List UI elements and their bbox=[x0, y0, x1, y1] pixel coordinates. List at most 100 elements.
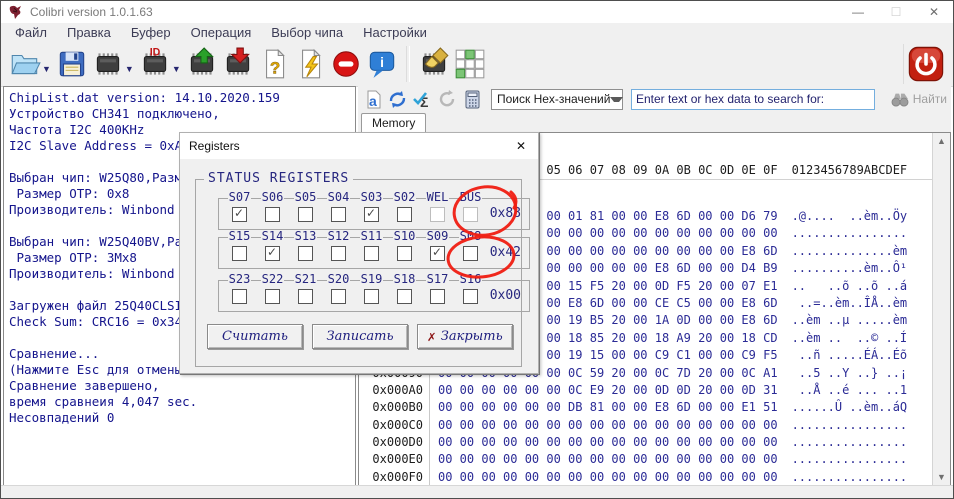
script-icon[interactable] bbox=[293, 47, 327, 81]
hex-ascii[interactable]: ................ bbox=[778, 225, 908, 242]
register-checkbox-s05[interactable] bbox=[298, 207, 313, 222]
tab-memory[interactable]: Memory bbox=[361, 113, 427, 132]
save-file-icon[interactable] bbox=[55, 47, 89, 81]
register-label: S08 bbox=[458, 229, 483, 243]
reload-icon[interactable] bbox=[437, 89, 458, 110]
hex-ascii[interactable]: ......Û ..èm..áQ bbox=[778, 399, 908, 416]
menu-item[interactable]: Выбор чипа bbox=[261, 25, 353, 40]
hex-ascii[interactable]: ..ñ .....ÉÁ..Éõ bbox=[778, 347, 907, 364]
hex-ascii[interactable]: ..Å ..é ... ..1 bbox=[778, 382, 907, 399]
register-checkbox-s21[interactable] bbox=[298, 289, 313, 304]
dialog-close-icon[interactable]: ✕ bbox=[504, 139, 538, 153]
menu-item[interactable]: Операция bbox=[181, 25, 262, 40]
register-label: S20 bbox=[326, 272, 351, 286]
close-dialog-button[interactable]: ✗ Закрыть bbox=[417, 324, 513, 349]
chip-id-dropdown-icon[interactable]: ▼ bbox=[172, 64, 181, 74]
register-checkbox-s04[interactable] bbox=[331, 207, 346, 222]
dialog-title: Registers bbox=[189, 139, 240, 153]
register-row: S23 S22 S21 S20 S19 S18 S17 S16 0x00 bbox=[218, 273, 530, 312]
read-chip-icon[interactable] bbox=[185, 47, 219, 81]
write-registers-button[interactable]: Записать bbox=[312, 324, 408, 349]
verify-file-icon[interactable]: ? bbox=[257, 47, 291, 81]
erase-chip-icon[interactable] bbox=[417, 47, 451, 81]
refresh-icon[interactable] bbox=[387, 89, 408, 110]
hex-ascii[interactable]: ..............èm bbox=[778, 243, 908, 260]
menu-item[interactable]: Правка bbox=[57, 25, 121, 40]
menu-item[interactable]: Настройки bbox=[353, 25, 437, 40]
close-button[interactable]: ✕ bbox=[915, 1, 953, 23]
checksum-icon[interactable]: Σ bbox=[412, 89, 433, 110]
info-icon[interactable]: i bbox=[365, 47, 399, 81]
menu-item[interactable]: Файл bbox=[5, 25, 57, 40]
hex-address: 0x000B0 bbox=[359, 399, 430, 417]
hex-ascii[interactable]: ..........èm..Ô¹ bbox=[778, 260, 908, 277]
register-label: WEL bbox=[425, 190, 450, 204]
hex-bytes[interactable]: 00 00 00 00 00 00 00 00 00 00 00 00 00 0… bbox=[430, 434, 778, 451]
hex-ascii[interactable]: ..5 ..Y ..} ..¡ bbox=[778, 365, 907, 382]
read-registers-button[interactable]: Считать bbox=[207, 324, 303, 349]
register-checkbox-s23[interactable] bbox=[232, 289, 247, 304]
minimize-button[interactable]: — bbox=[839, 1, 877, 23]
register-checkbox-s08[interactable] bbox=[463, 246, 478, 261]
hex-ascii[interactable]: ................ bbox=[778, 451, 908, 468]
open-file-icon[interactable] bbox=[8, 47, 42, 81]
register-label: S15 bbox=[227, 229, 252, 243]
register-label: S12 bbox=[326, 229, 351, 243]
search-mode-select[interactable]: Поиск Hex-значений bbox=[491, 88, 624, 110]
hex-ascii[interactable]: ..=..èm..ÎÅ..èm bbox=[778, 295, 907, 312]
select-chip-icon[interactable] bbox=[91, 47, 125, 81]
register-label: S16 bbox=[458, 272, 483, 286]
find-button[interactable]: Найти bbox=[891, 91, 947, 107]
register-checkbox-s11[interactable] bbox=[364, 246, 379, 261]
hex-ascii[interactable]: ..èm ..µ .....èm bbox=[778, 312, 908, 329]
register-checkbox-s19[interactable] bbox=[364, 289, 379, 304]
register-checkbox-s12[interactable] bbox=[331, 246, 346, 261]
hex-address: 0x000F0 bbox=[359, 468, 430, 485]
register-checkbox-s02[interactable] bbox=[397, 207, 412, 222]
scroll-down-icon[interactable]: ▼ bbox=[933, 469, 950, 485]
maximize-button[interactable]: ☐ bbox=[877, 1, 915, 23]
calculator-icon[interactable] bbox=[462, 89, 483, 110]
register-checkbox-s09[interactable] bbox=[430, 245, 445, 261]
hex-bytes[interactable]: 00 00 00 00 00 00 00 00 00 00 00 00 00 0… bbox=[430, 451, 778, 468]
hex-bytes[interactable]: 00 00 00 00 00 00 00 00 00 00 00 00 00 0… bbox=[430, 417, 778, 434]
register-checkbox-s06[interactable] bbox=[265, 207, 280, 222]
register-checkbox-s20[interactable] bbox=[331, 289, 346, 304]
hex-bytes[interactable]: 00 00 00 00 00 00 DB 81 00 00 E8 6D 00 0… bbox=[430, 399, 778, 416]
open-file-dropdown-icon[interactable]: ▼ bbox=[42, 64, 51, 74]
register-checkbox-s18[interactable] bbox=[397, 289, 412, 304]
log-line: ChipList.dat version: 14.10.2020.159 bbox=[9, 90, 280, 105]
register-checkbox-s03[interactable] bbox=[364, 206, 379, 222]
hex-ascii[interactable]: ................ bbox=[778, 469, 908, 485]
register-label: S23 bbox=[227, 272, 252, 286]
group-title: STATUS REGISTERS bbox=[204, 171, 354, 186]
select-chip-dropdown-icon[interactable]: ▼ bbox=[125, 64, 134, 74]
register-checkbox-s13[interactable] bbox=[298, 246, 313, 261]
register-checkbox-s15[interactable] bbox=[232, 246, 247, 261]
hex-ascii[interactable]: ................ bbox=[778, 417, 908, 434]
log-line: Несовпадений 0 bbox=[9, 410, 115, 425]
register-checkbox-s17[interactable] bbox=[430, 289, 445, 304]
hex-ascii[interactable]: ..èm .. ..© ..Í bbox=[778, 330, 908, 347]
register-checkbox-s14[interactable] bbox=[265, 245, 280, 261]
search-input[interactable] bbox=[631, 88, 875, 110]
register-checkbox-s07[interactable] bbox=[232, 206, 247, 222]
chip-blocks-icon[interactable] bbox=[453, 47, 487, 81]
chip-id-icon[interactable]: ID bbox=[138, 47, 172, 81]
register-checkbox-s10[interactable] bbox=[397, 246, 412, 261]
write-chip-icon[interactable] bbox=[221, 47, 255, 81]
register-checkbox-s16[interactable] bbox=[463, 289, 478, 304]
power-icon[interactable] bbox=[907, 45, 945, 83]
vertical-scrollbar[interactable]: ▲ ▼ bbox=[932, 133, 950, 485]
hex-bytes[interactable]: 00 00 00 00 00 00 00 00 00 00 00 00 00 0… bbox=[430, 469, 778, 485]
scroll-up-icon[interactable]: ▲ bbox=[933, 133, 950, 149]
stop-icon[interactable] bbox=[329, 47, 363, 81]
text-encoding-icon[interactable]: a bbox=[362, 89, 383, 110]
menu-item[interactable]: Буфер bbox=[121, 25, 181, 40]
register-label: S11 bbox=[359, 229, 384, 243]
hex-bytes[interactable]: 00 00 00 00 00 00 0C E9 20 00 0D 0D 20 0… bbox=[430, 382, 778, 399]
hex-ascii[interactable]: ................ bbox=[778, 434, 908, 451]
register-checkbox-s22[interactable] bbox=[265, 289, 280, 304]
hex-ascii[interactable]: .. ..õ ..õ ..á bbox=[778, 278, 908, 295]
hex-ascii[interactable]: .@.... ..èm..Öy bbox=[778, 208, 908, 225]
